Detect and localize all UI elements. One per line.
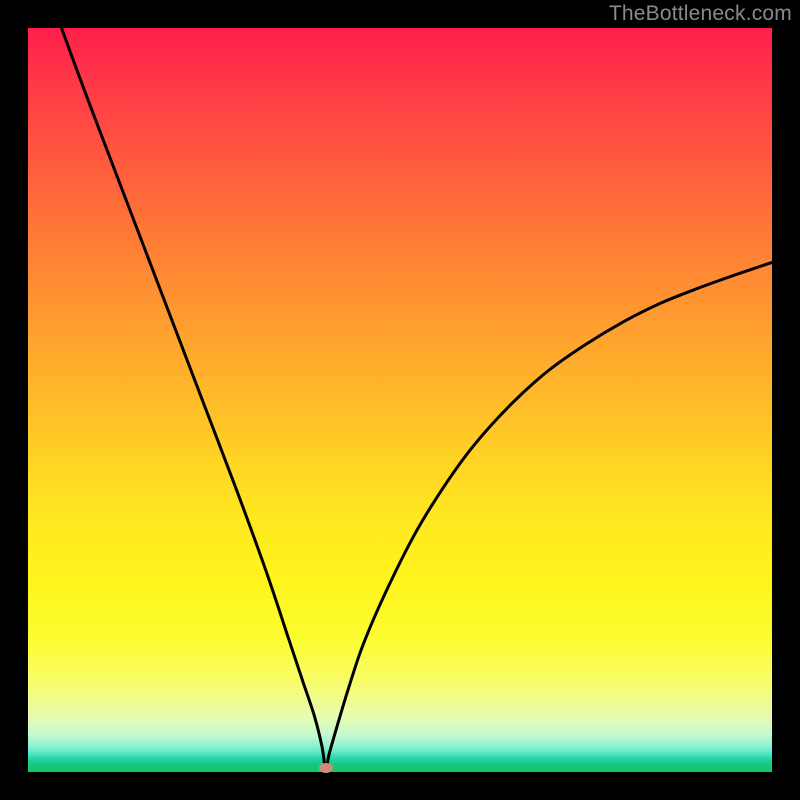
curve-svg <box>28 28 772 772</box>
plot-area <box>28 28 772 772</box>
watermark-text: TheBottleneck.com <box>609 2 792 26</box>
optimal-point-marker <box>319 763 333 773</box>
bottleneck-curve <box>61 28 772 768</box>
chart-frame: TheBottleneck.com <box>0 0 800 800</box>
